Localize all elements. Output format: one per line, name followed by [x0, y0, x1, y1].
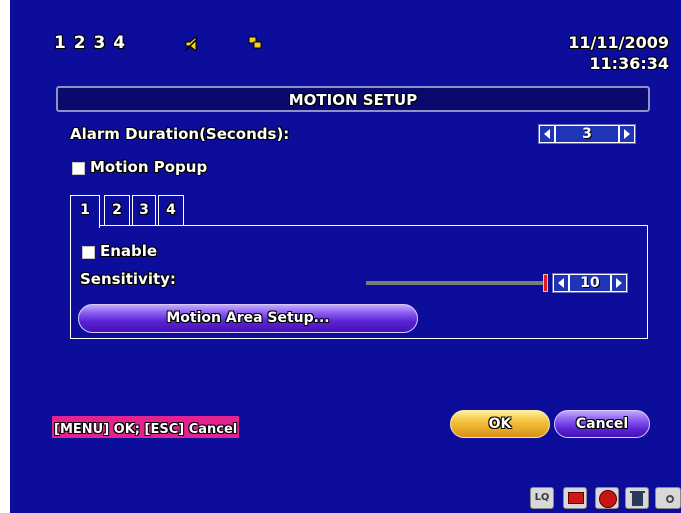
sensitivity-slider-track[interactable] — [366, 281, 546, 285]
header-date: 11/11/2009 — [568, 33, 669, 52]
enable-label: Enable — [100, 242, 158, 260]
motion-area-setup-button[interactable]: Motion Area Setup... — [78, 304, 418, 333]
ok-label: OK — [488, 416, 512, 432]
camera-icon — [655, 487, 681, 509]
motion-area-setup-label: Motion Area Setup... — [166, 310, 330, 326]
alarm-speaker-icon — [185, 36, 199, 52]
motion-popup-label: Motion Popup — [90, 158, 208, 176]
key-hint: [MENU] OK; [ESC] Cancel — [52, 416, 240, 438]
sensitivity-increment-button[interactable] — [612, 275, 626, 291]
active-tab-gap — [71, 225, 99, 227]
cancel-button[interactable]: Cancel — [554, 410, 650, 438]
dialog-title: MOTION SETUP — [288, 91, 418, 109]
tab-channel-4[interactable]: 4 — [158, 195, 184, 225]
alarm-duration-increment-button[interactable] — [620, 126, 634, 142]
channel-indicators: 1 2 3 4 — [54, 33, 127, 53]
chevron-right-icon — [616, 278, 622, 288]
header-time: 11:36:34 — [589, 54, 669, 73]
tab-label: 1 — [80, 202, 90, 218]
network-icon — [248, 36, 262, 49]
alarm-duration-spinner[interactable]: 3 — [538, 124, 636, 144]
sensitivity-spinner[interactable]: 10 — [552, 273, 628, 293]
alarm-duration-value: 3 — [556, 126, 618, 142]
monitor-icon — [563, 487, 587, 509]
dialog-title-bar: MOTION SETUP — [56, 86, 650, 112]
alarm-duration-label: Alarm Duration(Seconds): — [70, 125, 290, 143]
chevron-right-icon — [624, 129, 630, 139]
key-hint-text: [MENU] OK; [ESC] Cancel — [54, 422, 238, 437]
sensitivity-slider-thumb[interactable] — [543, 274, 548, 292]
enable-checkbox[interactable] — [82, 246, 95, 259]
trash-icon — [625, 487, 649, 509]
alarm-duration-decrement-button[interactable] — [540, 126, 554, 142]
cancel-label: Cancel — [575, 416, 629, 432]
sensitivity-decrement-button[interactable] — [554, 275, 568, 291]
tab-channel-1[interactable]: 1 — [70, 195, 100, 228]
record-icon — [595, 487, 619, 509]
chevron-left-icon — [544, 129, 550, 139]
lq-quality-label: LQ — [534, 492, 550, 503]
tab-label: 4 — [166, 202, 176, 218]
ok-button[interactable]: OK — [450, 410, 550, 438]
sensitivity-value: 10 — [570, 275, 610, 291]
tab-channel-2[interactable]: 2 — [104, 195, 130, 225]
tab-channel-3[interactable]: 3 — [132, 195, 156, 225]
dvr-screen: 1 2 3 4 11/11/2009 11:36:34 MOTION SETUP… — [10, 0, 681, 513]
tab-label: 2 — [112, 202, 122, 218]
chevron-left-icon — [558, 278, 564, 288]
motion-popup-checkbox[interactable] — [72, 162, 85, 175]
sensitivity-label: Sensitivity: — [80, 270, 176, 288]
lq-quality-icon: LQ — [530, 487, 554, 509]
tab-label: 3 — [139, 202, 149, 218]
